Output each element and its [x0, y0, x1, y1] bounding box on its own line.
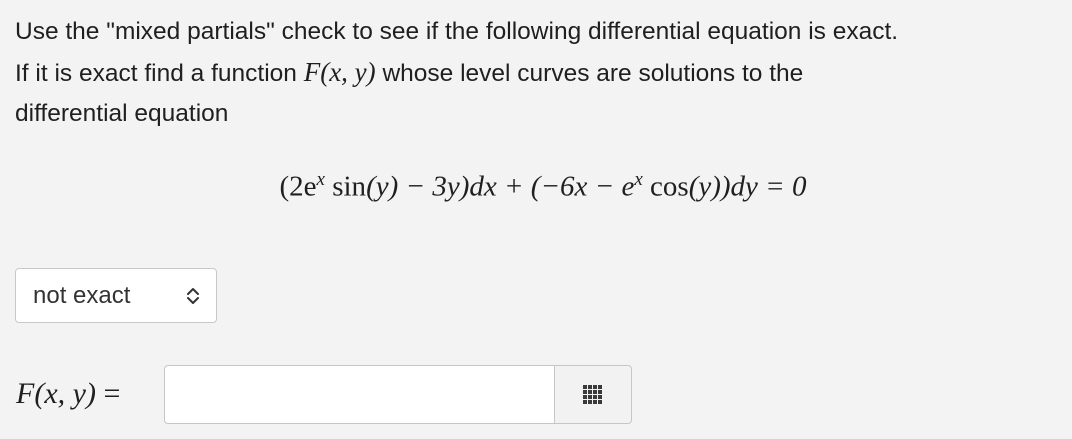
- problem-line-3: differential equation: [15, 100, 229, 127]
- problem-line-2-prefix: If it is exact find a function: [15, 60, 304, 87]
- equation-part-2: sin: [324, 170, 367, 203]
- answer-label-f: F: [16, 377, 35, 410]
- problem-line-1: Use the "mixed partials" check to see if…: [15, 18, 899, 45]
- answer-input[interactable]: [164, 365, 554, 424]
- answer-label-equals: =: [103, 377, 121, 410]
- equation-part-4: cos: [642, 170, 689, 203]
- answer-label-args: (x, y): [34, 377, 96, 410]
- exactness-select[interactable]: not exact: [15, 268, 217, 323]
- equation-part-1: (2e: [279, 170, 317, 203]
- exponent-1: x: [316, 169, 325, 190]
- differential-equation: (2ex sin(y) − 3y)dx + (−6x − ex cos(y))d…: [0, 160, 1072, 207]
- equation-part-5: (y))dy = 0: [688, 170, 807, 203]
- math-palette-button[interactable]: [554, 365, 632, 424]
- answer-label: F(x, y) =: [16, 372, 120, 416]
- equation-part-3: (y) − 3y)dx + (−6x − e: [366, 170, 635, 203]
- function-args: (x, y): [320, 57, 376, 87]
- problem-statement: Use the "mixed partials" check to see if…: [15, 12, 1060, 134]
- function-symbol: F: [303, 57, 321, 87]
- up-down-arrows-icon: [187, 287, 199, 304]
- function-notation: F(x, y): [304, 57, 376, 87]
- keypad-grid-icon: [583, 384, 602, 404]
- exactness-select-value: not exact: [33, 281, 131, 309]
- problem-line-2: If it is exact find a function F(x, y) w…: [15, 52, 1060, 94]
- problem-line-2-suffix: whose level curves are solutions to the: [375, 60, 804, 87]
- exponent-2: x: [634, 169, 643, 190]
